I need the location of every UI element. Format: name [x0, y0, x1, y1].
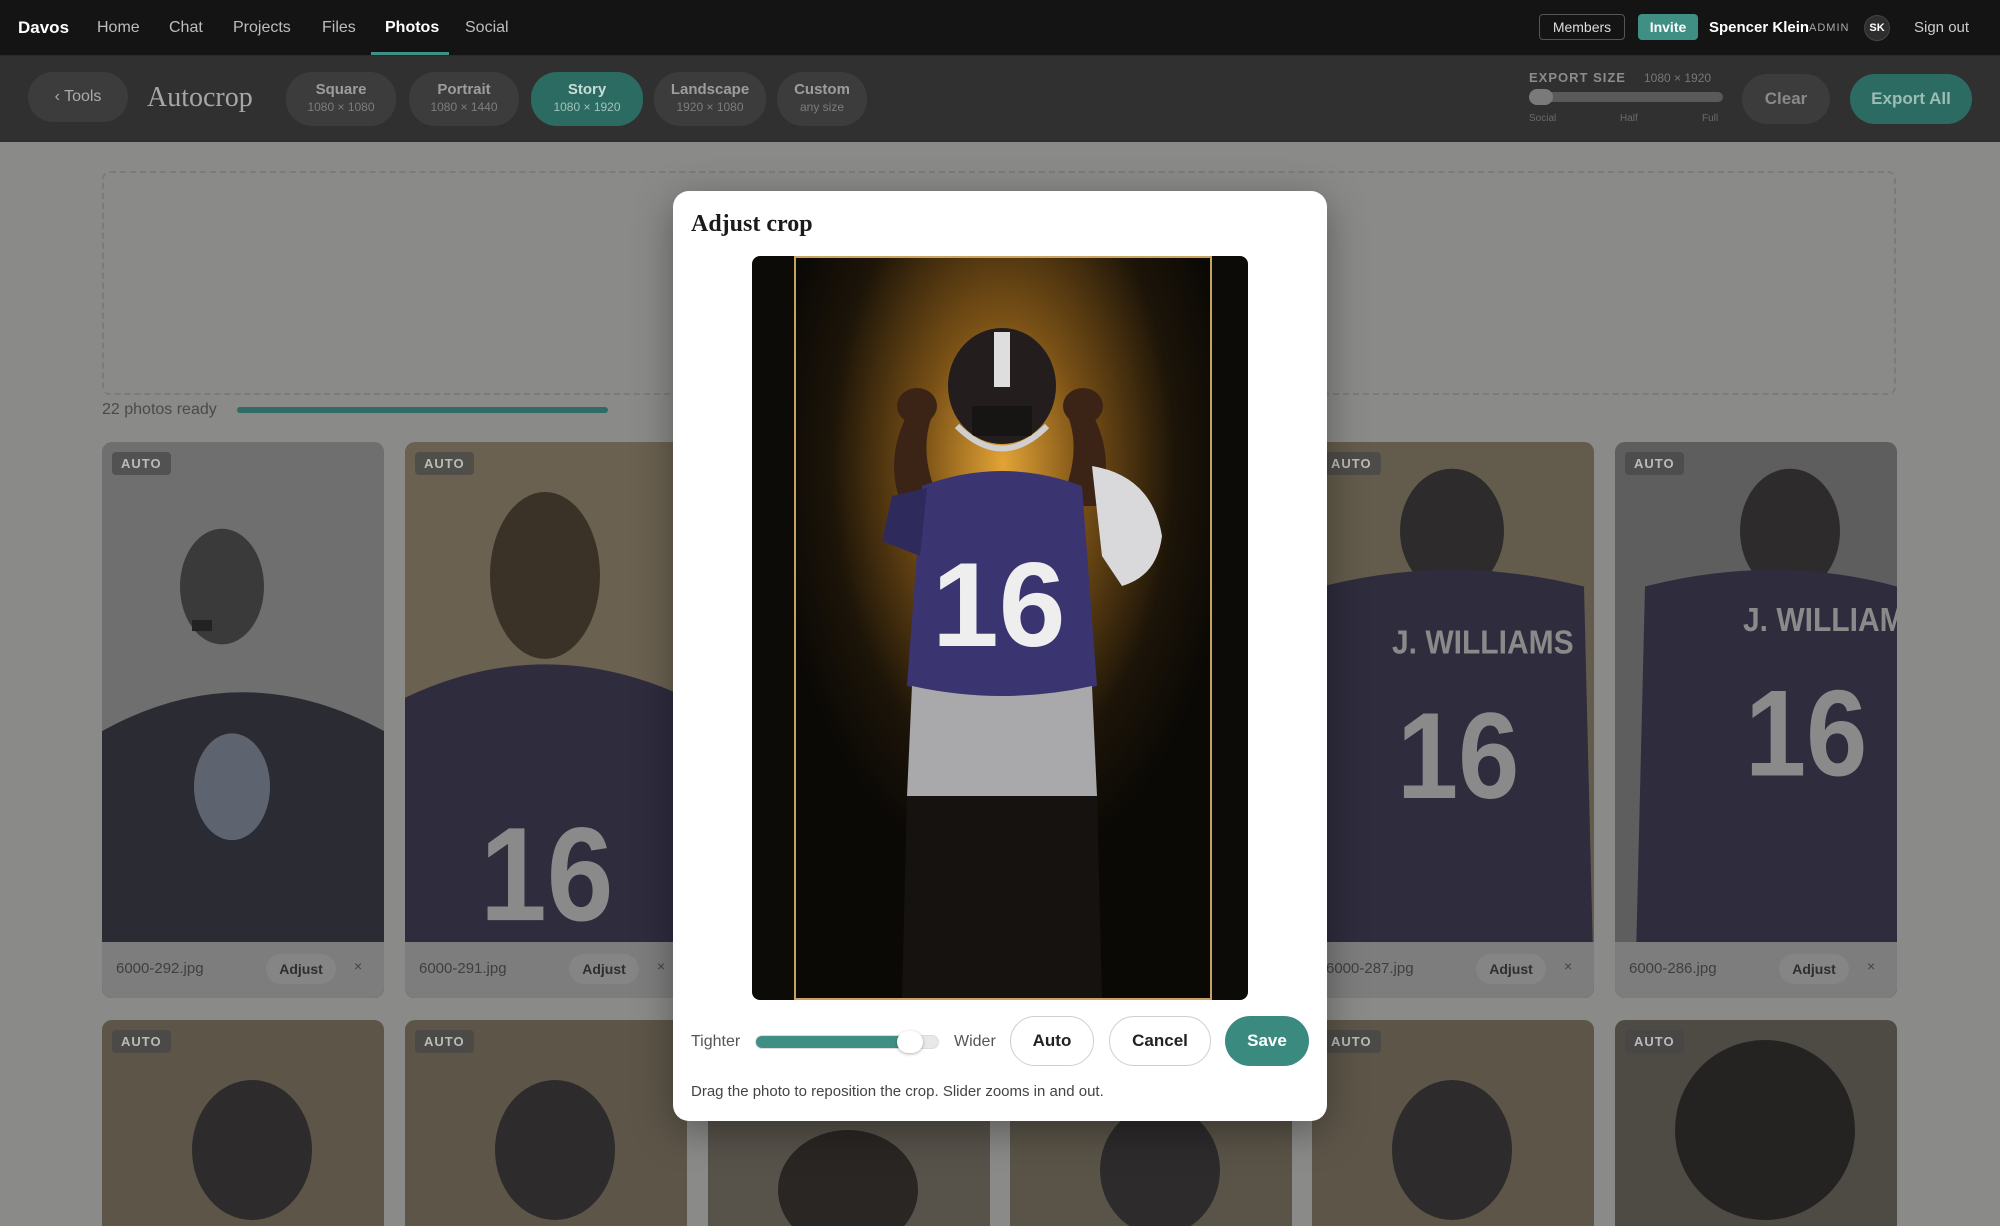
export-all-button[interactable]: Export All: [1850, 74, 1972, 124]
avatar[interactable]: SK: [1864, 15, 1890, 41]
active-tab-indicator: [371, 52, 449, 55]
ratio-portrait-button[interactable]: Portrait 1080 × 1440: [409, 72, 519, 126]
save-button[interactable]: Save: [1225, 1016, 1309, 1066]
card-footer: 6000-291.jpg Adjust ×: [405, 942, 687, 998]
ratio-name: Portrait: [437, 81, 491, 98]
auto-badge: AUTO: [415, 1030, 474, 1053]
file-name: 6000-291.jpg: [419, 960, 507, 977]
photo-card[interactable]: AUTO: [1312, 1020, 1594, 1226]
nav-link-social[interactable]: Social: [465, 19, 509, 37]
auto-badge: AUTO: [1625, 1030, 1684, 1053]
photos-progress-bar: [237, 407, 608, 413]
auto-badge: AUTO: [112, 452, 171, 475]
ratio-square-button[interactable]: Square 1080 × 1080: [286, 72, 396, 126]
auto-badge: AUTO: [1322, 1030, 1381, 1053]
photo-card[interactable]: J. WILLIAMS 16 AUTO 6000-286.jpg Adjust …: [1615, 442, 1897, 998]
adjust-button[interactable]: Adjust: [569, 954, 639, 984]
photo-thumbnail: J. WILLIAMS 16: [1615, 442, 1897, 998]
nav-link-projects[interactable]: Projects: [233, 19, 291, 37]
svg-text:16: 16: [1745, 665, 1867, 802]
autocrop-toolbar: ‹ Tools Autocrop Square 1080 × 1080 Port…: [0, 56, 2000, 142]
remove-icon[interactable]: ×: [657, 958, 665, 974]
zoom-slider-thumb[interactable]: [897, 1031, 924, 1053]
svg-text:16: 16: [480, 799, 613, 948]
ratio-name: Custom: [794, 81, 850, 98]
adjust-crop-modal: Adjust crop 16 Tighter Wider Auto Cancel…: [673, 191, 1327, 1121]
ratio-size: 1920 × 1080: [676, 100, 744, 114]
photo-thumbnail: [102, 442, 384, 998]
ratio-size: 1080 × 1440: [430, 100, 498, 114]
photo-card[interactable]: 16 AUTO 6000-291.jpg Adjust ×: [405, 442, 687, 998]
user-name: Spencer Klein: [1709, 19, 1810, 36]
zoom-slider-fill: [756, 1036, 913, 1048]
svg-text:J. WILLIAMS: J. WILLIAMS: [1392, 623, 1574, 661]
export-tick-full: Full: [1702, 113, 1719, 124]
export-size-label: EXPORT SIZE: [1529, 70, 1626, 85]
back-to-tools-button[interactable]: ‹ Tools: [28, 72, 128, 122]
auto-badge: AUTO: [112, 1030, 171, 1053]
photos-ready-label: 22 photos ready: [102, 401, 217, 418]
card-footer: 6000-292.jpg Adjust ×: [102, 942, 384, 998]
photo-card[interactable]: AUTO: [102, 1020, 384, 1226]
remove-icon[interactable]: ×: [354, 958, 362, 974]
ratio-landscape-button[interactable]: Landscape 1920 × 1080: [654, 72, 766, 126]
photo-thumbnail: 16: [405, 442, 687, 998]
zoom-wider-label: Wider: [954, 1033, 996, 1050]
export-size-value: 1080 × 1920: [1644, 71, 1712, 85]
ratio-name: Landscape: [670, 81, 750, 98]
adjust-button[interactable]: Adjust: [1779, 954, 1849, 984]
file-name: 6000-292.jpg: [116, 960, 204, 977]
nav-link-home[interactable]: Home: [97, 19, 140, 37]
file-name: 6000-286.jpg: [1629, 960, 1717, 977]
nav-link-photos[interactable]: Photos: [385, 19, 439, 37]
nav-link-files[interactable]: Files: [322, 19, 356, 37]
auto-badge: AUTO: [1322, 452, 1381, 475]
top-nav: Davos Home Chat Projects Files Photos So…: [0, 0, 2000, 56]
nav-link-chat[interactable]: Chat: [169, 19, 203, 37]
photo-card[interactable]: J. WILLIAMS 16 AUTO 6000-287.jpg Adjust …: [1312, 442, 1594, 998]
members-button[interactable]: Members: [1539, 14, 1625, 40]
card-footer: 6000-286.jpg Adjust ×: [1615, 942, 1897, 998]
auto-crop-button[interactable]: Auto: [1010, 1016, 1094, 1066]
svg-text:16: 16: [1397, 687, 1519, 824]
ratio-size: 1080 × 1920: [553, 100, 621, 114]
ratio-name: Square: [315, 81, 367, 98]
page-title: Autocrop: [147, 82, 253, 113]
cancel-button[interactable]: Cancel: [1109, 1016, 1211, 1066]
export-tick-half: Half: [1620, 113, 1638, 124]
svg-text:J. WILLIAMS: J. WILLIAMS: [1743, 601, 1897, 639]
sign-out-link[interactable]: Sign out: [1914, 19, 1969, 36]
card-footer: 6000-287.jpg Adjust ×: [1312, 942, 1594, 998]
auto-badge: AUTO: [415, 452, 474, 475]
export-tick-social: Social: [1529, 113, 1557, 124]
export-size-slider-thumb[interactable]: [1529, 89, 1553, 105]
ratio-story-button[interactable]: Story 1080 × 1920: [531, 72, 643, 126]
photo-card[interactable]: AUTO: [1615, 1020, 1897, 1226]
adjust-button[interactable]: Adjust: [1476, 954, 1546, 984]
photo-card[interactable]: AUTO 6000-292.jpg Adjust ×: [102, 442, 384, 998]
crop-canvas[interactable]: 16: [752, 256, 1248, 1000]
ratio-name: Story: [567, 81, 607, 98]
export-size-slider-track[interactable]: [1529, 92, 1723, 102]
ratio-custom-button[interactable]: Custom any size: [777, 72, 867, 126]
zoom-tighter-label: Tighter: [691, 1033, 741, 1050]
file-name: 6000-287.jpg: [1326, 960, 1414, 977]
modal-title: Adjust crop: [691, 211, 813, 237]
ratio-size: any size: [799, 100, 845, 114]
ratio-size: 1080 × 1080: [307, 100, 375, 114]
crop-hint-text: Drag the photo to reposition the crop. S…: [691, 1083, 1104, 1100]
auto-badge: AUTO: [1625, 452, 1684, 475]
remove-icon[interactable]: ×: [1867, 958, 1875, 974]
photo-card[interactable]: AUTO: [405, 1020, 687, 1226]
brand-logo[interactable]: Davos: [18, 18, 69, 38]
user-role-badge: ADMIN: [1809, 22, 1850, 34]
crop-box[interactable]: [794, 256, 1212, 1000]
photo-thumbnail: J. WILLIAMS 16: [1312, 442, 1594, 998]
remove-icon[interactable]: ×: [1564, 958, 1572, 974]
adjust-button[interactable]: Adjust: [266, 954, 336, 984]
clear-button[interactable]: Clear: [1742, 74, 1830, 124]
invite-button[interactable]: Invite: [1638, 14, 1698, 40]
